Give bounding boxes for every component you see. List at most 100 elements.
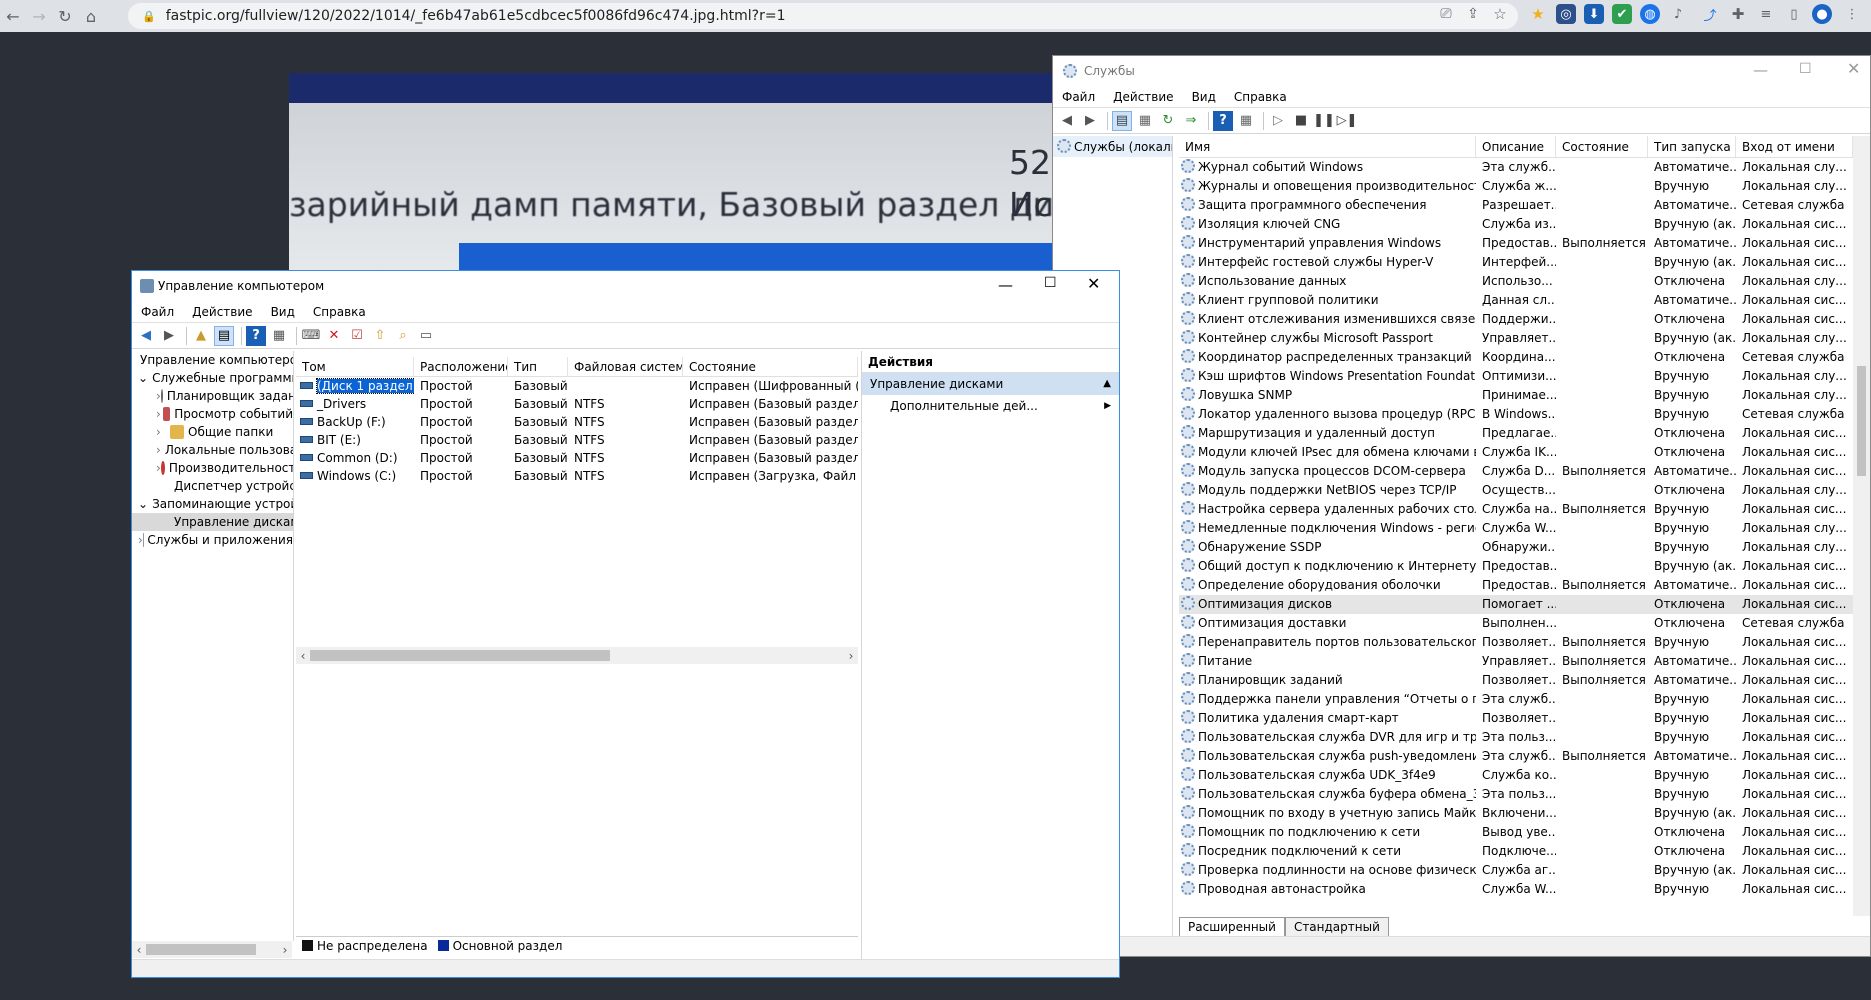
service-row[interactable]: Обнаружение SSDP Обнаружи... Вручную Локаль… <box>1179 538 1853 557</box>
service-row[interactable]: Пользовательская служба push-уведомлений… <box>1179 747 1853 766</box>
menu-view[interactable]: Вид <box>262 305 304 319</box>
service-row[interactable]: Определение оборудования оболочки Предост… <box>1179 576 1853 595</box>
extension-download-icon[interactable]: ⬇ <box>1584 4 1604 24</box>
volume-row[interactable]: Common (D:) Простой Базовый NTFS Исправен (Б… <box>296 449 858 467</box>
service-row[interactable]: Политика удаления смарт-карт Позволяет...… <box>1179 709 1853 728</box>
tab-extended[interactable]: Расширенный <box>1179 917 1285 936</box>
properties-icon[interactable]: ▭ <box>416 326 436 346</box>
help-icon[interactable]: ? <box>1213 110 1233 131</box>
close-icon[interactable]: ✕ <box>1847 59 1860 78</box>
service-row[interactable]: Оптимизация дисков Помогает ... Отключена Л… <box>1179 595 1853 614</box>
volume-row[interactable]: Windows (C:) Простой Базовый NTFS Исправен (… <box>296 467 858 485</box>
chevron-down-icon[interactable]: ⌄ <box>138 369 148 387</box>
service-row[interactable]: Локатор удаленного вызова процедур (RPC)… <box>1179 405 1853 424</box>
bookmark-star-icon[interactable]: ★ <box>1528 4 1548 24</box>
service-row[interactable]: Пользовательская служба DVR для игр и тр… <box>1179 728 1853 747</box>
close-icon[interactable]: ✕ <box>1087 274 1100 293</box>
tree-local-users[interactable]: ›Локальные пользовате <box>132 441 293 459</box>
tab-standard[interactable]: Стандартный <box>1284 917 1389 936</box>
service-row[interactable]: Модуль поддержки NetBIOS через TCP/IP Осу… <box>1179 481 1853 500</box>
service-row[interactable]: Поддержка панели управления “Отчеты о пр… <box>1179 690 1853 709</box>
scroll-right-icon[interactable]: › <box>844 649 858 663</box>
tree-shared-folders[interactable]: › Общие папки <box>132 423 293 441</box>
collapse-up-icon[interactable]: ▲ <box>1103 373 1111 395</box>
view-icon[interactable]: ▦ <box>1236 111 1256 131</box>
col-type[interactable]: Тип <box>508 357 568 376</box>
service-row[interactable]: Защита программного обеспечения Разрешает… <box>1179 196 1853 215</box>
tree-services-apps[interactable]: › Службы и приложения <box>132 531 293 549</box>
back-arrow-icon[interactable]: ← <box>0 3 26 29</box>
cm-tree-scrollbar[interactable]: ‹ › <box>132 941 292 958</box>
maximize-icon[interactable]: ☐ <box>1044 275 1057 291</box>
scroll-thumb[interactable] <box>310 650 610 661</box>
back-icon[interactable]: ◀ <box>136 326 156 346</box>
service-row[interactable]: Помощник по входу в учетную запись Майкр… <box>1179 804 1853 823</box>
connect-icon[interactable]: ⌨ <box>301 326 321 346</box>
help-icon[interactable]: ? <box>246 325 266 346</box>
service-row[interactable]: Настройка сервера удаленных рабочих стол… <box>1179 500 1853 519</box>
delete-icon[interactable]: ✕ <box>324 326 344 346</box>
service-row[interactable]: Общий доступ к подключению к Интернету (… <box>1179 557 1853 576</box>
menu-help[interactable]: Справка <box>1225 90 1296 104</box>
service-row[interactable]: Клиент групповой политики Данная сл... Авт… <box>1179 291 1853 310</box>
extension-security-icon[interactable]: ✔ <box>1612 4 1632 24</box>
actions-section-disk-management[interactable]: Управление дисками ▲ <box>862 373 1119 395</box>
minimize-icon[interactable]: — <box>998 276 1013 294</box>
col-description[interactable]: Описание <box>1476 136 1556 157</box>
console-tree-icon[interactable]: ▤ <box>214 325 234 346</box>
services-scrollbar[interactable] <box>1853 136 1870 916</box>
service-row[interactable]: Маршрутизация и удаленный доступ Предлага… <box>1179 424 1853 443</box>
tree-storage[interactable]: ⌄ Запоминающие устройст <box>132 495 293 513</box>
extension-arrow-icon[interactable]: ⤴ <box>1700 4 1720 24</box>
restart-icon[interactable]: ▷❚ <box>1337 111 1358 131</box>
menu-file[interactable]: Файл <box>132 305 183 319</box>
maximize-icon[interactable]: ☐ <box>1799 61 1812 77</box>
pause-icon[interactable]: ❚❚ <box>1313 111 1335 131</box>
chevron-right-icon[interactable]: › <box>156 405 163 423</box>
service-row[interactable]: Ловушка SNMP Принимае... Вручную Локальная … <box>1179 386 1853 405</box>
service-row[interactable]: Инструментарий управления Windows Предост… <box>1179 234 1853 253</box>
refresh-icon[interactable]: ↻ <box>1158 111 1178 131</box>
playlist-icon[interactable]: ≡ <box>1756 4 1776 24</box>
menu-action[interactable]: Действие <box>183 305 261 319</box>
service-row[interactable]: Модуль запуска процессов DCOM-сервера Слу… <box>1179 462 1853 481</box>
chevron-right-icon[interactable]: › <box>156 423 170 441</box>
col-startup[interactable]: Тип запуска <box>1648 136 1736 157</box>
service-row[interactable]: Изоляция ключей CNG Служба из... Вручную (… <box>1179 215 1853 234</box>
submenu-arrow-icon[interactable]: ▶ <box>1104 395 1111 417</box>
forward-arrow-icon[interactable]: → <box>26 3 52 29</box>
volume-row[interactable]: BIT (E:) Простой Базовый NTFS Исправен (Базо… <box>296 431 858 449</box>
address-bar[interactable]: 🔒 fastpic.org/fullview/120/2022/1014/_fe… <box>128 3 1518 29</box>
scroll-thumb[interactable] <box>1857 366 1866 476</box>
service-row[interactable]: Посредник подключений к сети Подключе... О… <box>1179 842 1853 861</box>
service-row[interactable]: Координатор распределенных транзакций Коо… <box>1179 348 1853 367</box>
service-row[interactable]: Пользовательская служба буфера обмена_3f… <box>1179 785 1853 804</box>
view-icon[interactable]: ▦ <box>269 326 289 346</box>
col-layout[interactable]: Расположение <box>414 357 508 376</box>
service-row[interactable]: Интерфейс гостевой службы Hyper-V Интерфе… <box>1179 253 1853 272</box>
stop-icon[interactable]: ■ <box>1291 111 1311 131</box>
volume-icon[interactable]: ♪ <box>1668 4 1688 24</box>
scroll-thumb[interactable] <box>146 944 256 955</box>
service-row[interactable]: Кэш шрифтов Windows Presentation Foundat… <box>1179 367 1853 386</box>
cast-icon[interactable]: ⎚ <box>1436 4 1456 24</box>
scroll-left-icon[interactable]: ‹ <box>132 943 146 957</box>
chevron-right-icon[interactable]: › <box>156 441 161 459</box>
menu-file[interactable]: Файл <box>1053 90 1104 104</box>
reload-icon[interactable]: ↻ <box>52 3 78 29</box>
tree-task-scheduler[interactable]: ›Планировщик заданий <box>132 387 293 405</box>
service-row[interactable]: Оптимизация доставки Выполнен... Отключена… <box>1179 614 1853 633</box>
sidebar-icon[interactable]: ▯ <box>1784 4 1804 24</box>
properties-icon[interactable]: ▦ <box>1135 111 1155 131</box>
tree-services-local[interactable]: Службы (локалы <box>1053 136 1172 157</box>
check-icon[interactable]: ☑ <box>347 326 367 346</box>
home-icon[interactable]: ⌂ <box>78 3 104 29</box>
service-row[interactable]: Использование данных Использо... Отключена… <box>1179 272 1853 291</box>
menu-help[interactable]: Справка <box>304 305 375 319</box>
scroll-left-icon[interactable]: ‹ <box>296 649 310 663</box>
up-folder-icon[interactable]: ▲ <box>191 326 211 346</box>
tree-device-manager[interactable]: Диспетчер устройств <box>132 477 293 495</box>
service-row[interactable]: Питание Управляет... Выполняется Автоматиче… <box>1179 652 1853 671</box>
col-status[interactable]: Состояние <box>683 357 858 376</box>
tree-root[interactable]: Управление компьютером (л <box>132 351 293 369</box>
